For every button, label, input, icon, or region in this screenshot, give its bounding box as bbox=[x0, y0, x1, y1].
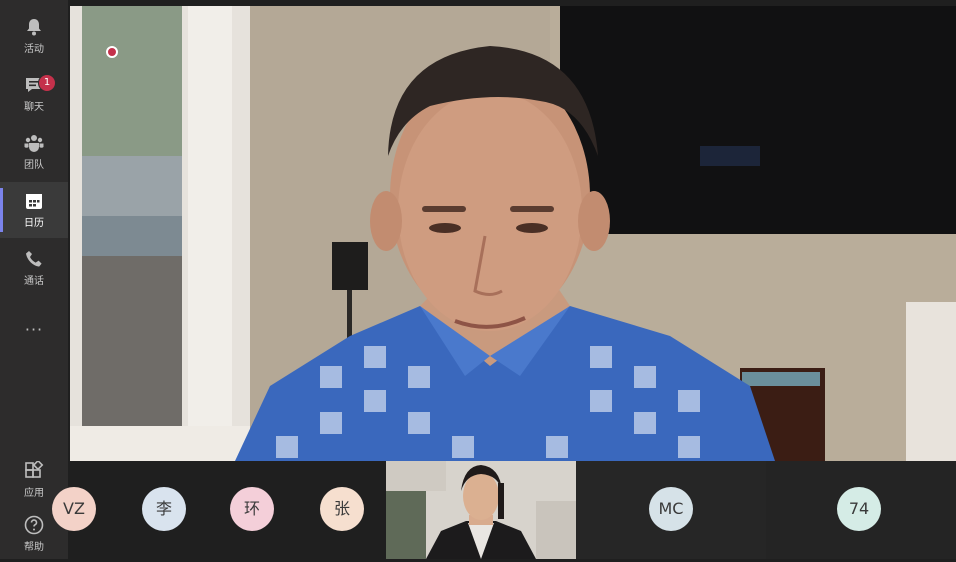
rail-item-calendar[interactable]: 日历 bbox=[0, 182, 68, 238]
calendar-icon bbox=[26, 194, 42, 209]
speaker-video-frame bbox=[70, 6, 956, 461]
participant-avatar-vz[interactable]: VZ bbox=[52, 487, 96, 531]
rail-item-label: 活动 bbox=[24, 44, 44, 55]
bell-icon bbox=[27, 19, 41, 36]
participant-video-thumbnail[interactable] bbox=[386, 461, 576, 559]
more-icon: ··· bbox=[24, 320, 44, 339]
main-video-feed[interactable] bbox=[70, 6, 956, 461]
rail-item-label: 日历 bbox=[24, 218, 44, 229]
rail-item-calls[interactable]: 通话 bbox=[0, 240, 68, 296]
rail-item-activity[interactable]: 活动 bbox=[0, 8, 68, 64]
teams-icon bbox=[24, 135, 44, 152]
apps-icon bbox=[25, 461, 44, 478]
rail-item-label: 帮助 bbox=[24, 542, 44, 553]
participant-avatar-74: 74 bbox=[837, 487, 881, 531]
help-icon bbox=[24, 515, 44, 535]
recording-indicator bbox=[106, 46, 118, 58]
participant-group-left: VZ 李 环 张 bbox=[52, 461, 386, 559]
participant-avatar-huan[interactable]: 环 bbox=[230, 487, 274, 531]
participant-strip: VZ 李 环 张 MC 74 bbox=[52, 461, 956, 559]
unread-badge: 1 bbox=[38, 74, 56, 92]
participant-video-frame bbox=[386, 461, 576, 559]
app-rail: 活动 聊天 1 团队 日历 通话 ··· 应用 帮助 bbox=[0, 0, 68, 559]
participant-avatar-li[interactable]: 李 bbox=[142, 487, 186, 531]
participant-tile-74[interactable]: 74 bbox=[766, 461, 956, 559]
rail-item-teams[interactable]: 团队 bbox=[0, 124, 68, 180]
rail-item-label: 聊天 bbox=[24, 102, 44, 113]
rail-item-label: 团队 bbox=[24, 160, 44, 171]
rail-item-label: 通话 bbox=[24, 276, 44, 287]
rail-item-label: 应用 bbox=[24, 488, 44, 499]
participant-avatar-mc: MC bbox=[649, 487, 693, 531]
participant-avatar-zhang[interactable]: 张 bbox=[320, 487, 364, 531]
participant-tile-mc[interactable]: MC bbox=[576, 461, 766, 559]
rail-item-more[interactable]: ··· bbox=[0, 300, 68, 356]
rail-item-chat[interactable]: 聊天 1 bbox=[0, 66, 68, 122]
phone-icon bbox=[26, 251, 42, 267]
